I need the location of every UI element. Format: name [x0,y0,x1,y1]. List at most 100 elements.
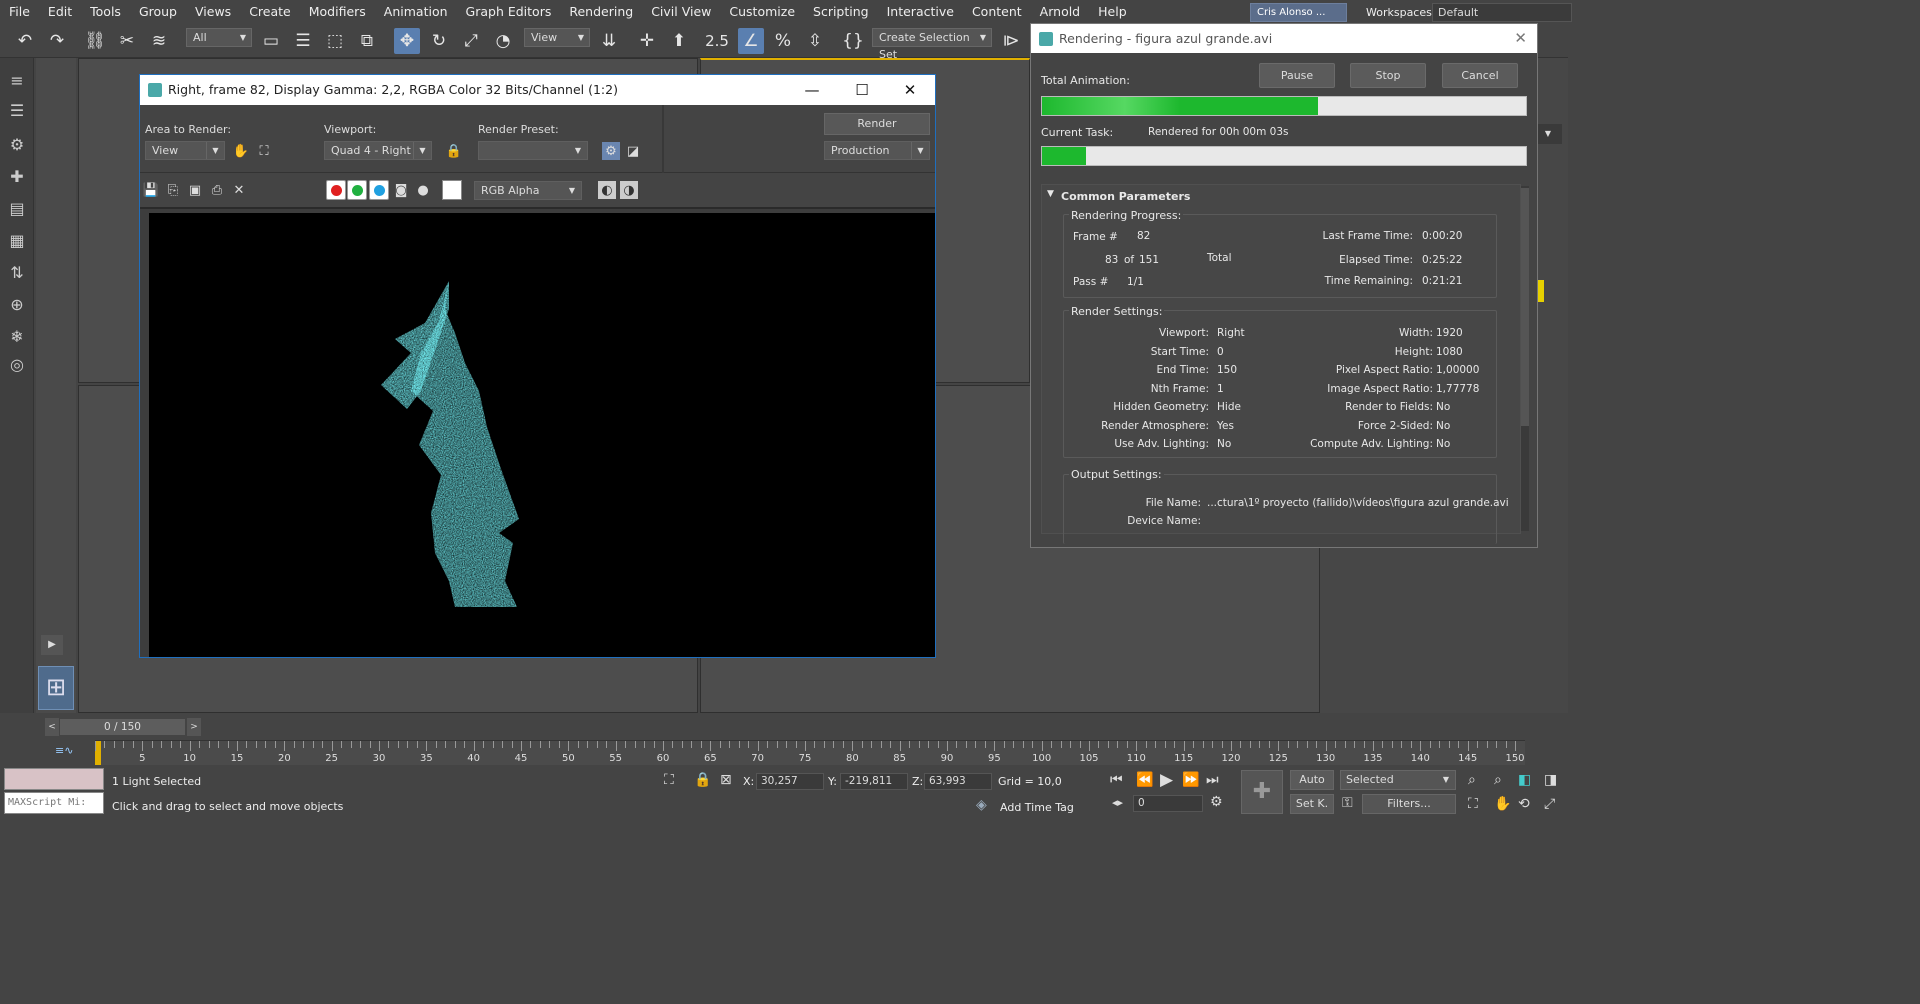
viewport-dropdown[interactable]: Quad 4 - Right ▼ [324,141,432,160]
layer-settings-icon[interactable]: ⚙ [5,132,29,156]
maximize-icon[interactable]: ☐ [839,75,885,105]
y-coordinate-field[interactable]: -219,811 [840,773,908,790]
goto-start-icon[interactable]: ⏮ [1110,772,1123,788]
z-coordinate-field[interactable]: 63,993 [924,773,992,790]
rectangular-selection-icon[interactable]: ⬚ [322,28,348,54]
workspaces-dropdown[interactable]: Default [1432,3,1572,22]
pan-view-icon[interactable]: ✋ [1494,796,1511,812]
layer-move-icon[interactable]: ⇅ [5,260,29,284]
render-setup-icon[interactable]: ⚙ [602,142,620,160]
clone-window-icon[interactable]: ▣ [186,181,204,199]
select-by-name-icon[interactable]: ☰ [290,28,316,54]
angle-snap-icon[interactable]: ∠ [738,28,764,54]
time-config-icon[interactable]: ⚙ [1210,794,1223,810]
blue-channel-toggle[interactable] [369,180,389,200]
absolute-mode-icon[interactable]: ⊠ [720,772,732,788]
add-layer-icon[interactable]: ✚ [5,164,29,188]
render-button[interactable]: Render [824,113,930,135]
field-of-view-icon[interactable]: ⛶ [1468,796,1478,812]
color-picker-icon[interactable]: ◑ [620,181,638,199]
menu-views[interactable]: Views [186,0,240,24]
layer-document-icon[interactable]: ▦ [5,228,29,252]
pivot-center-icon[interactable]: ⇊ [596,28,622,54]
isolate-selection-icon[interactable]: ⛶ [664,772,674,788]
environment-icon[interactable]: ◪ [624,142,642,160]
auto-key-button[interactable]: Auto [1290,770,1334,790]
undo-icon[interactable]: ↶ [12,28,38,54]
cancel-button[interactable]: Cancel [1442,63,1518,88]
copy-image-icon[interactable]: ⎘ [164,181,182,199]
next-frame-icon[interactable]: ⏩ [1182,772,1199,788]
track-bar[interactable]: 5 10 15 20 25 30 35 40 45 50 55 60 65 70 75 80 85 90 95 100… [95,740,1525,765]
select-and-move-icon[interactable]: ✥ [394,28,420,54]
expand-arrow-icon[interactable]: ▶ [41,635,63,655]
menu-arnold[interactable]: Arnold [1031,0,1089,24]
mirror-icon[interactable]: ⧐ [998,28,1024,54]
menu-modifiers[interactable]: Modifiers [300,0,375,24]
panel-dropdown-arrow-icon[interactable]: ▼ [1534,124,1562,144]
menu-interactive[interactable]: Interactive [878,0,963,24]
zoom-all-icon[interactable]: ⌕ [1494,772,1502,788]
layer-add-icon[interactable]: ⊕ [5,292,29,316]
key-selection-dropdown[interactable]: Selected ▼ [1340,770,1456,790]
menu-animation[interactable]: Animation [375,0,457,24]
menu-tools[interactable]: Tools [81,0,130,24]
print-image-icon[interactable]: ⎙ [208,181,226,199]
green-channel-toggle[interactable] [347,180,367,200]
layers-icon[interactable]: ≡ [5,68,29,92]
select-and-scale-icon[interactable]: ⤢ [458,28,484,54]
select-manipulate-icon[interactable]: ✛ [634,28,660,54]
current-frame-field[interactable]: 0 [1133,795,1203,812]
named-selection-dropdown[interactable]: Create Selection Set [872,28,992,61]
layer-stack-icon[interactable]: ☰ [5,98,29,122]
keyboard-shortcut-icon[interactable]: ⬆ [666,28,692,54]
link-icon[interactable]: ⛓ [82,28,108,54]
menu-content[interactable]: Content [963,0,1031,24]
previous-frame-icon[interactable]: ⏪ [1136,772,1153,788]
key-filters-icon[interactable]: ⚿ [1342,795,1353,811]
red-channel-toggle[interactable] [326,180,346,200]
maxscript-mini-listener[interactable]: MAXScript Mi: [4,792,104,814]
layer-hide-icon[interactable]: ◎ [5,352,29,376]
play-icon[interactable]: ▶ [1160,770,1173,790]
menu-file[interactable]: File [0,0,39,24]
next-frame-arrow-icon[interactable]: > [187,718,201,736]
save-image-icon[interactable]: 💾 [142,181,160,199]
prev-frame-arrow-icon[interactable]: < [45,718,59,736]
time-slider[interactable]: 0 / 150 [60,719,185,735]
pause-button[interactable]: Pause [1259,63,1335,88]
select-object-icon[interactable]: ▭ [258,28,284,54]
viewport-layout-icon[interactable]: ⊞ [38,666,74,710]
channel-display-dropdown[interactable]: RGB Alpha ▼ [474,181,582,200]
alpha-channel-icon[interactable]: ◙ [392,181,410,199]
menu-group[interactable]: Group [130,0,186,24]
render-preset-dropdown[interactable]: ▼ [478,141,588,160]
edit-named-selection-icon[interactable]: {} [840,28,866,54]
close-icon[interactable]: ✕ [1514,24,1527,53]
clear-icon[interactable]: ✕ [230,181,248,199]
display-toggle-icon[interactable]: ◐ [598,181,616,199]
zoom-icon[interactable]: ⌕ [1468,772,1476,788]
set-key-icon[interactable]: ✚ [1241,770,1283,814]
menu-help[interactable]: Help [1089,0,1136,24]
select-and-place-icon[interactable]: ◔ [490,28,516,54]
maximize-viewport-icon[interactable]: ⤢ [1544,796,1555,812]
filters-button[interactable]: Filters... [1362,794,1456,814]
menu-scripting[interactable]: Scripting [804,0,878,24]
menu-create[interactable]: Create [240,0,300,24]
orbit-icon[interactable]: ⟲ [1518,796,1530,812]
dialog-scrollbar[interactable] [1521,186,1529,531]
zoom-extents-all-icon[interactable]: ◨ [1544,772,1557,788]
bind-spacewarp-icon[interactable]: ≋ [146,28,172,54]
minimize-icon[interactable]: — [789,75,835,105]
common-parameters-header[interactable]: Common Parameters [1061,190,1190,203]
layer-freeze-icon[interactable]: ❄ [5,324,29,348]
snaps-toggle-icon[interactable]: 2.5 [704,28,730,54]
menu-customize[interactable]: Customize [720,0,804,24]
stop-button[interactable]: Stop [1350,63,1426,88]
redo-icon[interactable]: ↷ [44,28,70,54]
x-coordinate-field[interactable]: 30,257 [756,773,824,790]
key-mode-icon[interactable]: ◂▸ [1112,796,1123,809]
add-time-tag[interactable]: Add Time Tag [1000,801,1074,814]
background-color-swatch[interactable] [442,180,462,200]
